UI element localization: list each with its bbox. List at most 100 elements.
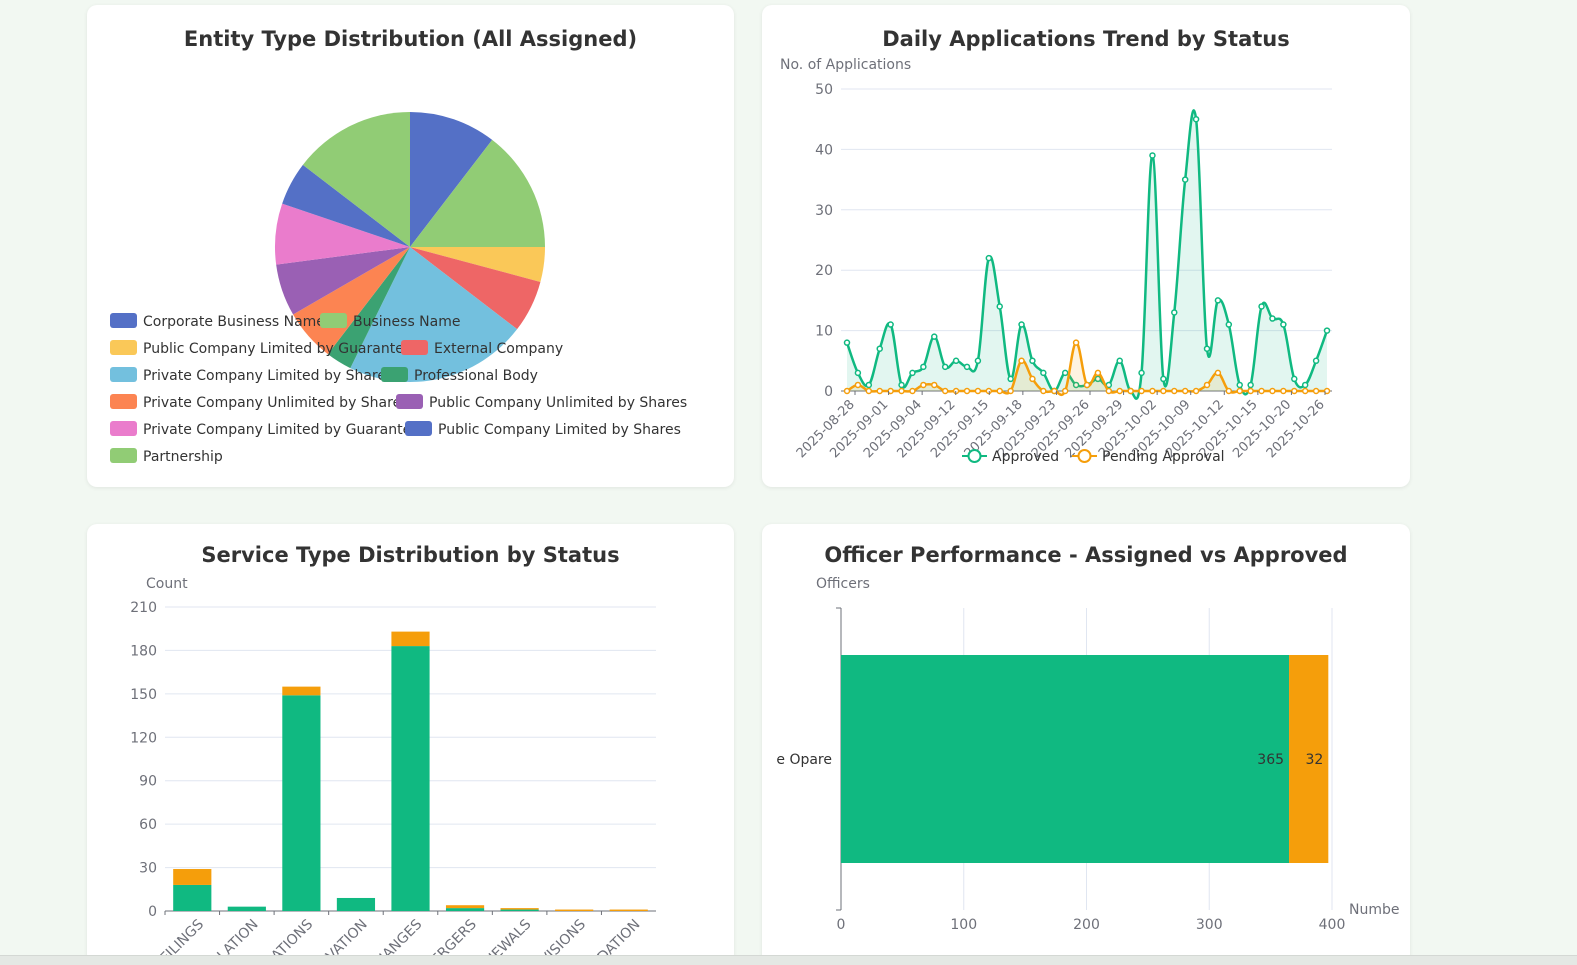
data-point	[1225, 321, 1233, 328]
y-tick-label: 60	[139, 817, 157, 833]
data-point	[1083, 381, 1091, 389]
legend-label: Public Company Unlimited by Shares	[429, 395, 687, 411]
y-tick-label: 50	[815, 82, 833, 98]
data-point	[1007, 387, 1014, 395]
legend-swatch	[110, 367, 137, 382]
y-tick-label: 210	[130, 600, 157, 616]
data-point	[1236, 387, 1243, 395]
entity-pie-chart: Corporate Business Name Business Name Publ…	[110, 111, 687, 465]
data-point	[1105, 387, 1113, 395]
y-tick-label: 90	[139, 774, 157, 790]
data-point	[1280, 387, 1287, 395]
data-point	[1127, 387, 1134, 395]
data-point	[1291, 387, 1298, 395]
data-point	[1040, 369, 1047, 377]
data-point	[1269, 315, 1276, 322]
y-tick-label: 20	[815, 263, 833, 279]
data-point	[996, 387, 1003, 395]
data-point	[1258, 387, 1265, 395]
bar-segment	[227, 906, 266, 911]
data-point	[1203, 345, 1211, 352]
data-point	[1138, 369, 1145, 377]
legend-label: Public Company Limited by Shares	[438, 422, 681, 438]
y-tick-label: 120	[130, 730, 157, 746]
data-point	[898, 381, 905, 389]
data-point	[876, 345, 883, 352]
bar-segment	[173, 869, 212, 885]
bar-value-label: 32	[1305, 752, 1323, 768]
data-point	[1007, 375, 1014, 383]
y-tick-label: e Opare	[776, 752, 832, 768]
data-point	[1247, 387, 1254, 395]
bar-segment	[391, 646, 430, 911]
bar-segment	[841, 655, 1290, 863]
legend-swatch	[405, 421, 432, 436]
data-point	[941, 387, 949, 395]
data-point	[941, 363, 949, 371]
data-point	[1181, 176, 1189, 183]
officer-bar-chart: Officers 0 100 200 300 400Numbe 365 32 e Opare	[776, 576, 1399, 933]
data-point	[974, 387, 982, 395]
data-point	[909, 387, 916, 395]
bar-segment	[609, 909, 648, 911]
data-point	[1203, 381, 1211, 389]
legend-swatch	[110, 394, 137, 409]
legend-marker	[1077, 449, 1092, 463]
y-tick-label: 0	[824, 384, 833, 400]
legend-label: Private Company Limited by Shares	[143, 368, 393, 384]
data-point	[1171, 309, 1178, 316]
y-axis-title: Count	[146, 576, 188, 592]
data-point	[865, 381, 873, 389]
x-tick-label: 300	[1196, 917, 1223, 933]
legend-swatch	[110, 421, 137, 436]
daily-trend-card: Daily Applications Trend by Status No. o…	[762, 5, 1410, 487]
x-tick-label: 200	[1073, 917, 1100, 933]
data-point	[1149, 152, 1156, 159]
data-point	[1160, 387, 1167, 395]
data-point	[963, 363, 971, 371]
service-type-card: Service Type Distribution by Status Coun…	[87, 524, 734, 964]
data-point	[1138, 387, 1145, 395]
legend-label: Approved	[992, 449, 1059, 465]
data-point	[931, 381, 938, 389]
data-point	[931, 333, 938, 340]
x-axis-title: Numbe	[1349, 902, 1399, 918]
data-point	[1171, 387, 1178, 395]
data-point	[1214, 369, 1222, 377]
legend-swatch	[396, 394, 423, 409]
data-point	[1018, 321, 1025, 328]
data-point	[1225, 387, 1233, 395]
data-point	[1040, 387, 1047, 395]
bar-segment	[445, 908, 485, 911]
data-point	[1116, 387, 1123, 395]
legend-label: External Company	[434, 341, 563, 357]
data-point	[985, 254, 993, 262]
y-tick-label: 30	[815, 203, 833, 219]
legend-swatch	[381, 367, 408, 382]
legend-label: Corporate Business Name	[143, 314, 325, 330]
data-point	[1072, 339, 1080, 346]
series-line	[845, 109, 1329, 400]
y-tick-label: 0	[148, 904, 157, 920]
bar-segment	[282, 686, 321, 696]
data-point	[920, 363, 927, 371]
daily-line-chart: No. of Applications010203040502025-08-28…	[780, 57, 1332, 465]
legend-swatch	[110, 313, 137, 328]
data-point	[974, 357, 982, 365]
data-point	[1280, 321, 1287, 328]
legend-label: Public Company Limited by Guarantee	[143, 341, 412, 357]
bar-segment	[500, 908, 539, 910]
data-point	[1061, 387, 1069, 395]
service-bar-chart: Count0306090120150180210FILINGS LATION ATI…	[130, 576, 656, 964]
legend-label: Business Name	[353, 314, 461, 330]
bar-value-label: 365	[1257, 752, 1284, 768]
data-point	[1269, 387, 1276, 395]
entity-type-card: Entity Type Distribution (All Assigned) …	[87, 5, 734, 487]
data-point	[1312, 387, 1320, 395]
data-point	[843, 339, 851, 346]
data-point	[1247, 381, 1254, 389]
data-point	[1214, 297, 1222, 304]
bar-segment	[173, 884, 212, 911]
bar-segment	[336, 897, 376, 911]
data-point	[996, 303, 1003, 310]
